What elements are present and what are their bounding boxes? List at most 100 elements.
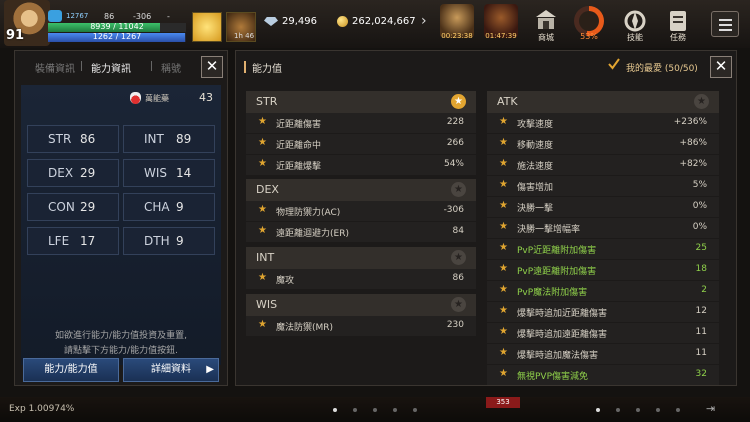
stat-cha[interactable]: CHA 9 xyxy=(123,193,215,221)
star-icon[interactable]: ★ xyxy=(499,242,508,253)
stat-row-value: 5% xyxy=(692,180,707,190)
stat-row-value: 86 xyxy=(452,273,464,283)
close-icon: ✕ xyxy=(205,57,219,75)
section-dex: DEX ★ xyxy=(246,179,476,201)
star-icon[interactable]: ★ xyxy=(499,116,508,127)
star-icon[interactable]: ★ xyxy=(694,94,709,109)
star-icon[interactable]: ★ xyxy=(451,94,466,109)
stat-int[interactable]: INT 89 xyxy=(123,125,215,153)
star-icon[interactable]: ★ xyxy=(499,284,508,295)
star-icon[interactable]: ★ xyxy=(258,158,267,169)
section-str: STR ★ xyxy=(246,91,476,113)
stat-row-value: 32 xyxy=(695,369,707,379)
exp-text: Exp 1.00974% xyxy=(9,404,75,414)
stat-row: ★ 爆擊時追加魔法傷害 11 xyxy=(487,344,719,364)
skill-icon[interactable] xyxy=(622,8,648,34)
elixir-potion-icon xyxy=(130,92,141,104)
progress-ring-label: 53% xyxy=(580,32,598,41)
menu-button[interactable] xyxy=(711,11,739,37)
stat-dex[interactable]: DEX 29 xyxy=(27,159,119,187)
elixir-label: 萬能藥 xyxy=(145,94,169,103)
close-button[interactable]: ✕ xyxy=(201,56,223,78)
section-name: STR xyxy=(256,95,278,108)
shop-icon[interactable] xyxy=(532,6,560,34)
star-icon[interactable]: ★ xyxy=(451,250,466,265)
stat-con[interactable]: CON 29 xyxy=(27,193,119,221)
star-icon[interactable]: ★ xyxy=(499,326,508,337)
star-icon[interactable]: ★ xyxy=(258,272,267,283)
stat-row-value: 54% xyxy=(443,159,464,169)
star-icon[interactable]: ★ xyxy=(499,347,508,358)
star-icon[interactable]: ★ xyxy=(499,263,508,274)
tab-equipment[interactable]: 裝備資訊 xyxy=(35,60,75,75)
star-icon[interactable]: ★ xyxy=(451,297,466,312)
star-icon[interactable]: ★ xyxy=(499,200,508,211)
character-level: 91 xyxy=(6,28,25,43)
page-dot[interactable] xyxy=(333,408,337,412)
title-accent xyxy=(244,61,246,73)
menu-icon-line xyxy=(719,29,732,31)
page-dot[interactable] xyxy=(373,408,377,412)
stat-row: ★ 無視PVP傷害減免 32 xyxy=(487,365,719,385)
stat-value: 29 xyxy=(80,200,96,214)
tab-divider xyxy=(151,61,152,71)
star-icon[interactable]: ★ xyxy=(258,116,267,127)
expand-arrows-icon[interactable]: ⇥ xyxy=(706,402,715,415)
chat-badge[interactable]: 353 xyxy=(486,397,520,408)
star-icon[interactable]: ★ xyxy=(499,158,508,169)
star-icon[interactable]: ★ xyxy=(499,368,508,379)
details-button[interactable]: 詳細資料 ▶ xyxy=(123,358,219,382)
page-dot[interactable] xyxy=(616,408,620,412)
stat-row: ★ 遠距離迴避力(ER) 84 xyxy=(246,222,476,242)
stat-value: 14 xyxy=(176,166,192,180)
hud-stat-3: -306 xyxy=(133,12,152,21)
stat-row: ★ 施法速度 +82% xyxy=(487,155,719,175)
stat-row-value: 2 xyxy=(701,285,707,295)
hud-stat-2: 86 xyxy=(104,12,115,21)
page-dot[interactable] xyxy=(353,408,357,412)
star-icon[interactable]: ★ xyxy=(499,221,508,232)
tab-ability[interactable]: 能力資訊 xyxy=(91,60,131,75)
page-dot[interactable] xyxy=(413,408,417,412)
tab-title[interactable]: 稱號 xyxy=(161,60,181,75)
stat-str[interactable]: STR 86 xyxy=(27,125,119,153)
hud-stat-4: - xyxy=(167,12,170,21)
star-icon[interactable]: ★ xyxy=(258,204,267,215)
page-dot[interactable] xyxy=(676,408,680,412)
star-icon[interactable]: ★ xyxy=(258,137,267,148)
close-button[interactable]: ✕ xyxy=(710,56,732,78)
stat-row-value: 18 xyxy=(695,264,707,274)
mp-bar: 1262 / 1267 xyxy=(48,32,186,42)
buff-slot-1-icon[interactable] xyxy=(192,12,222,42)
stat-row-name: PvP近距離附加傷害 xyxy=(517,246,597,256)
page-dot[interactable] xyxy=(393,408,397,412)
stat-wis[interactable]: WIS 14 xyxy=(123,159,215,187)
chevron-right-icon[interactable]: › xyxy=(421,13,427,29)
stat-row: ★ 決勝一擊 0% xyxy=(487,197,719,217)
stat-row-value: 228 xyxy=(446,117,464,127)
favorites-label[interactable]: 我的最愛 (50/50) xyxy=(626,61,698,74)
star-icon[interactable]: ★ xyxy=(499,137,508,148)
stat-row: ★ 傷害增加 5% xyxy=(487,176,719,196)
stat-row-name: 魔攻 xyxy=(276,276,295,286)
stat-row-name: 近距離命中 xyxy=(276,141,322,151)
stat-row: ★ 決勝一擊增幅率 0% xyxy=(487,218,719,238)
star-icon[interactable]: ★ xyxy=(258,225,267,236)
page-dot[interactable] xyxy=(636,408,640,412)
ability-button[interactable]: 能力/能力值 xyxy=(23,358,119,382)
checkmark-icon[interactable] xyxy=(608,58,620,70)
stat-row: ★ PvP近距離附加傷害 25 xyxy=(487,239,719,259)
stat-row-name: 近距離傷害 xyxy=(276,120,322,130)
page-dot[interactable] xyxy=(656,408,660,412)
star-icon[interactable]: ★ xyxy=(258,319,267,330)
section-wis: WIS ★ xyxy=(246,294,476,316)
star-icon[interactable]: ★ xyxy=(499,179,508,190)
page-dot[interactable] xyxy=(596,408,600,412)
stat-row-value: 0% xyxy=(692,222,707,232)
quest-scroll-icon[interactable] xyxy=(666,8,690,34)
hp-bar: 8939 / 11042 xyxy=(48,22,186,32)
stat-dth[interactable]: DTH 9 xyxy=(123,227,215,255)
star-icon[interactable]: ★ xyxy=(499,305,508,316)
stat-lfe[interactable]: LFE 17 xyxy=(27,227,119,255)
star-icon[interactable]: ★ xyxy=(451,182,466,197)
